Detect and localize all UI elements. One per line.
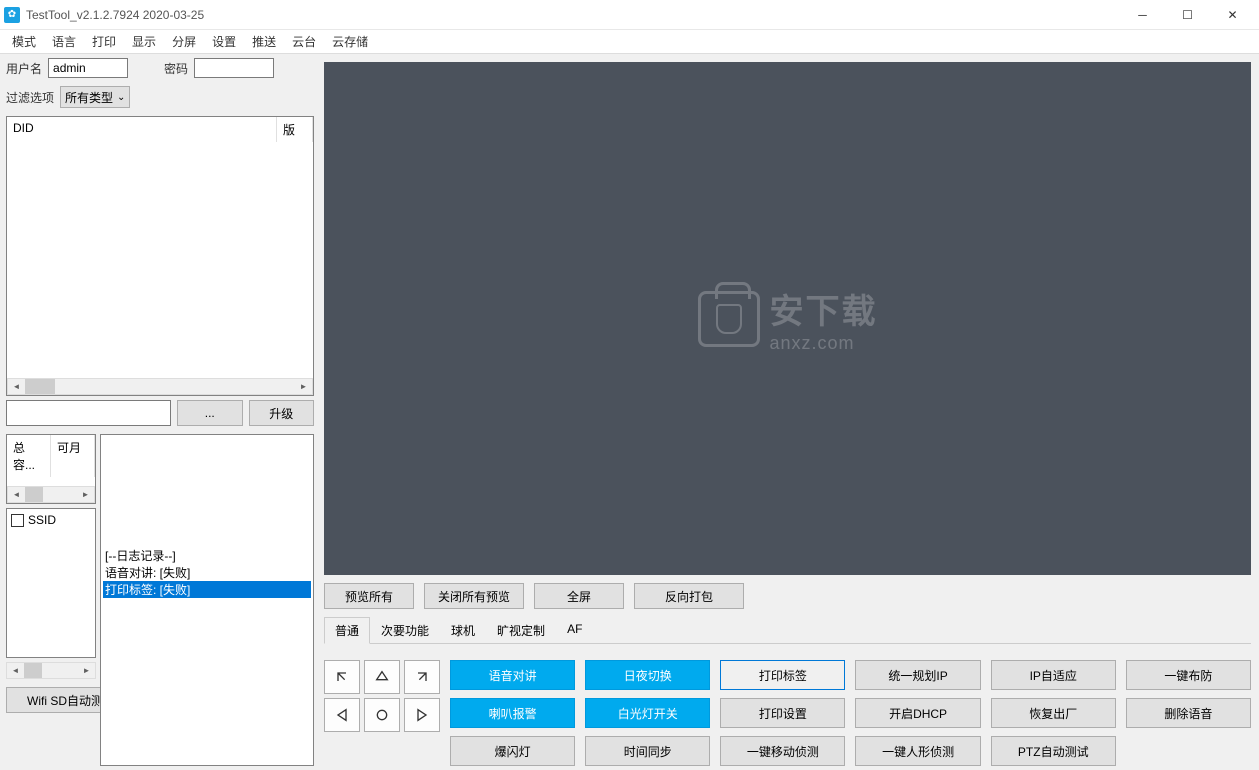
- menu-模式[interactable]: 模式: [4, 31, 44, 52]
- action-button[interactable]: 反向打包: [634, 583, 744, 609]
- upgrade-path-input[interactable]: [6, 400, 171, 426]
- action-row: 预览所有关闭所有预览全屏反向打包: [324, 583, 1251, 609]
- log-line[interactable]: [--日志记录--]: [103, 547, 311, 564]
- browse-button[interactable]: ...: [177, 400, 243, 426]
- control-button[interactable]: 时间同步: [585, 736, 710, 766]
- control-button[interactable]: IP自适应: [991, 660, 1116, 690]
- ptz-right-button[interactable]: [404, 698, 440, 732]
- col-did[interactable]: DID: [7, 117, 277, 142]
- ptz-upright-button[interactable]: [404, 660, 440, 694]
- menu-打印[interactable]: 打印: [84, 31, 124, 52]
- checkbox-icon: [11, 514, 24, 527]
- control-button[interactable]: 开启DHCP: [855, 698, 980, 728]
- filter-label: 过滤选项: [6, 89, 54, 106]
- log-list[interactable]: [--日志记录--]语音对讲: [失败]打印标签: [失败]: [100, 434, 314, 766]
- log-line[interactable]: 打印标签: [失败]: [103, 581, 311, 598]
- ssid-checkbox[interactable]: SSID: [11, 513, 91, 527]
- control-button[interactable]: 打印设置: [720, 698, 845, 728]
- right-panel: 安下载 anxz.com 预览所有关闭所有预览全屏反向打包 普通次要功能球机旷视…: [320, 54, 1259, 770]
- device-list-hscroll[interactable]: ◄►: [7, 378, 313, 395]
- control-button[interactable]: 日夜切换: [585, 660, 710, 690]
- password-input[interactable]: [194, 58, 274, 78]
- control-button[interactable]: 一键布防: [1126, 660, 1251, 690]
- control-button[interactable]: 白光灯开关: [585, 698, 710, 728]
- action-button[interactable]: 关闭所有预览: [424, 583, 524, 609]
- watermark: 安下载 anxz.com: [698, 284, 878, 354]
- menu-云存储[interactable]: 云存储: [324, 31, 376, 52]
- tab-2[interactable]: 球机: [440, 617, 486, 644]
- tab-4[interactable]: AF: [556, 617, 593, 644]
- menu-分屏[interactable]: 分屏: [164, 31, 204, 52]
- minimize-button[interactable]: ─: [1120, 0, 1165, 30]
- upgrade-button[interactable]: 升级: [249, 400, 315, 426]
- control-button[interactable]: 爆闪灯: [450, 736, 575, 766]
- username-input[interactable]: [48, 58, 128, 78]
- tab-1[interactable]: 次要功能: [370, 617, 440, 644]
- ssid-list[interactable]: SSID: [6, 508, 96, 658]
- action-button[interactable]: 预览所有: [324, 583, 414, 609]
- password-label: 密码: [164, 60, 188, 77]
- menu-推送[interactable]: 推送: [244, 31, 284, 52]
- ptz-up-button[interactable]: [364, 660, 400, 694]
- menu-语言[interactable]: 语言: [44, 31, 84, 52]
- ptz-left-button[interactable]: [324, 698, 360, 732]
- video-area: 安下载 anxz.com: [324, 62, 1251, 575]
- tab-3[interactable]: 旷视定制: [486, 617, 556, 644]
- control-button[interactable]: 一键人形侦测: [855, 736, 980, 766]
- window-title: TestTool_v2.1.2.7924 2020-03-25: [26, 8, 1120, 22]
- device-list[interactable]: DID 版 ◄►: [6, 116, 314, 396]
- button-grid: 语音对讲日夜切换打印标签统一规划IP IP自适应一键布防喇叭报警白光灯开关打印设置…: [450, 660, 1251, 766]
- ptz-arrows: [324, 660, 440, 766]
- control-button[interactable]: 统一规划IP: [855, 660, 980, 690]
- capacity-hscroll[interactable]: ◄►: [7, 486, 95, 503]
- filter-select[interactable]: 所有类型: [60, 86, 130, 108]
- control-button[interactable]: PTZ自动测试: [991, 736, 1116, 766]
- username-label: 用户名: [6, 60, 42, 77]
- app-icon: [4, 7, 20, 23]
- ptz-upleft-button[interactable]: [324, 660, 360, 694]
- control-button[interactable]: 打印标签: [720, 660, 845, 690]
- control-button[interactable]: 恢复出厂: [991, 698, 1116, 728]
- control-button[interactable]: 喇叭报警: [450, 698, 575, 728]
- menu-云台[interactable]: 云台: [284, 31, 324, 52]
- menu-显示[interactable]: 显示: [124, 31, 164, 52]
- left-panel: 用户名 密码 过滤选项 所有类型 DID 版 ◄► ... 升级: [0, 54, 320, 770]
- col-total: 总容...: [7, 435, 51, 477]
- titlebar: TestTool_v2.1.2.7924 2020-03-25 ─ ☐ ✕: [0, 0, 1259, 30]
- ssid-hscroll[interactable]: ◄►: [6, 662, 96, 679]
- control-button[interactable]: 语音对讲: [450, 660, 575, 690]
- control-button[interactable]: 删除语音: [1126, 698, 1251, 728]
- close-button[interactable]: ✕: [1210, 0, 1255, 30]
- ptz-center-button[interactable]: [364, 698, 400, 732]
- control-button[interactable]: 一键移动侦测: [720, 736, 845, 766]
- maximize-button[interactable]: ☐: [1165, 0, 1210, 30]
- capacity-list[interactable]: 总容... 可月 ◄►: [6, 434, 96, 504]
- tab-0[interactable]: 普通: [324, 617, 370, 644]
- menu-设置[interactable]: 设置: [204, 31, 244, 52]
- tab-strip: 普通次要功能球机旷视定制AF: [324, 617, 1251, 644]
- action-button[interactable]: 全屏: [534, 583, 624, 609]
- log-line[interactable]: 语音对讲: [失败]: [103, 564, 311, 581]
- bag-icon: [698, 291, 760, 347]
- col-version[interactable]: 版: [277, 117, 313, 142]
- col-avail: 可月: [51, 435, 95, 477]
- menubar: 模式语言打印显示分屏设置推送云台云存储: [0, 30, 1259, 54]
